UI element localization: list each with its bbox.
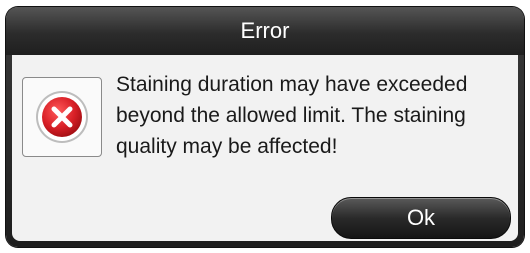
error-dialog: Error Staining duration may have exceede… <box>6 7 524 247</box>
error-message: Staining duration may have exceeded beyo… <box>116 73 468 158</box>
error-icon-frame <box>22 77 102 157</box>
error-x-icon <box>36 91 88 143</box>
ok-button[interactable]: Ok <box>331 197 511 239</box>
dialog-title: Error <box>6 7 524 55</box>
dialog-body: Staining duration may have exceeded beyo… <box>12 55 518 241</box>
